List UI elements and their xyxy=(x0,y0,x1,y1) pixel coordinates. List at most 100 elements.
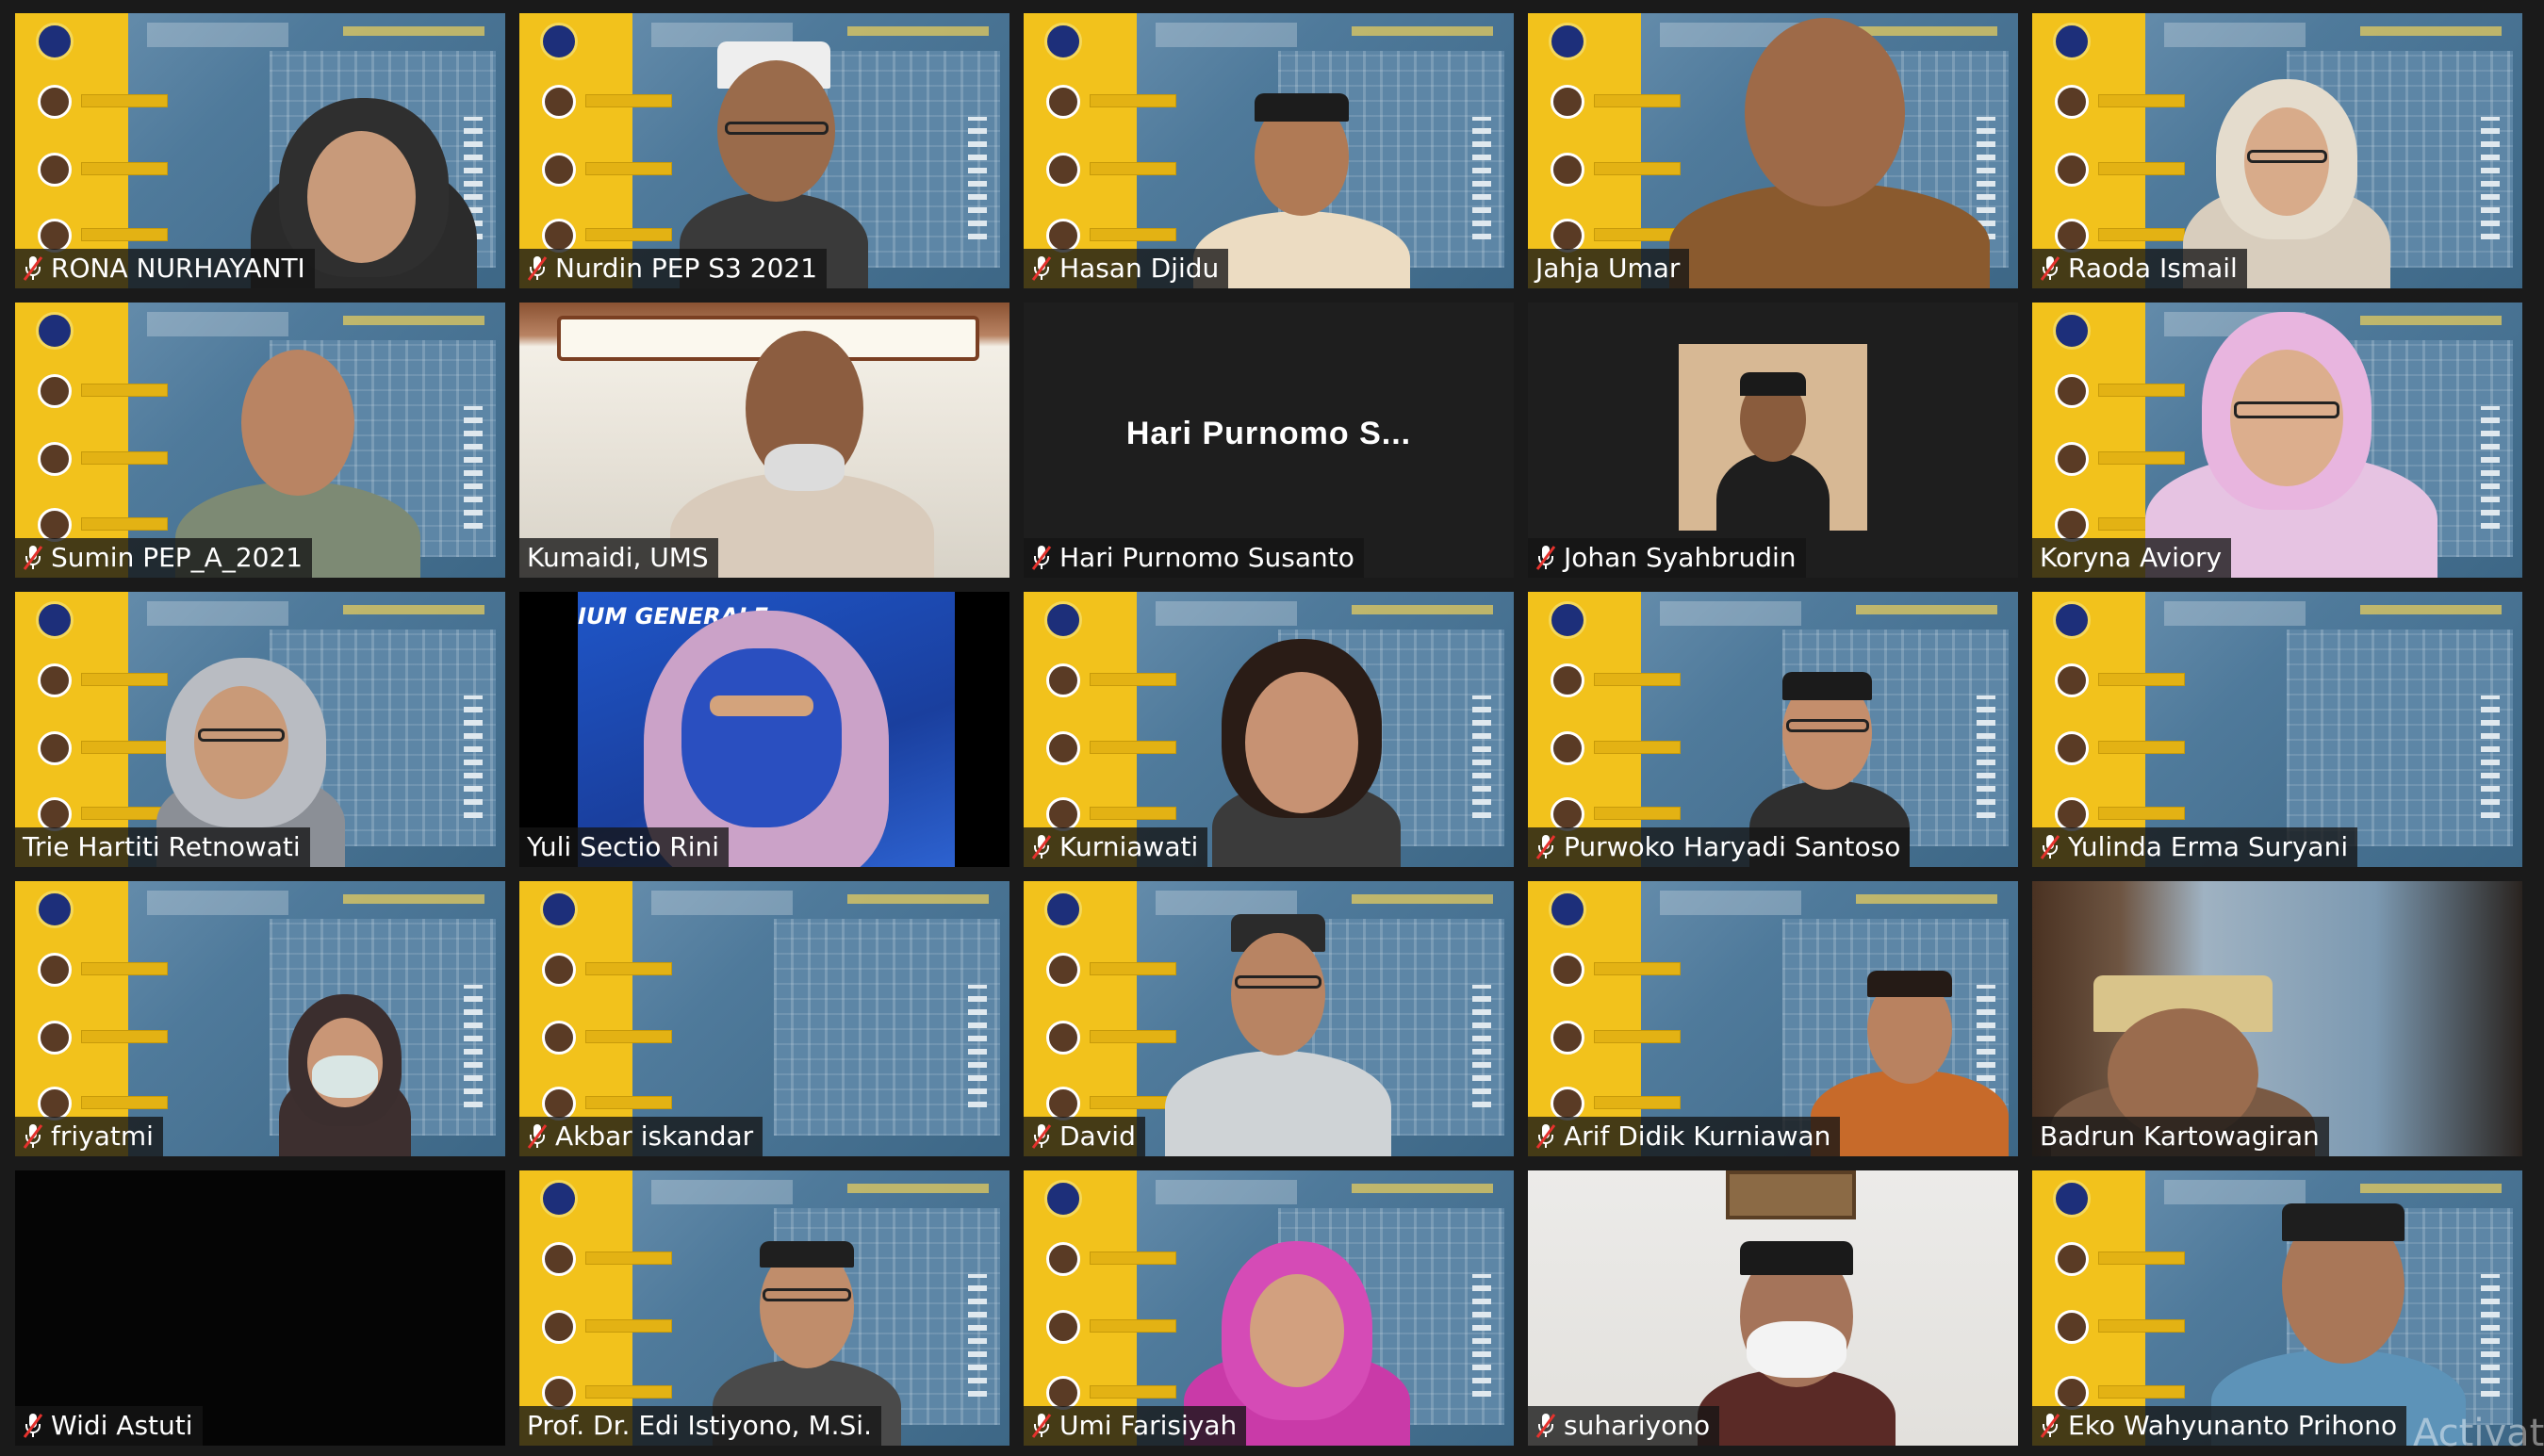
participant-name-label: Nurdin PEP S3 2021 xyxy=(519,249,828,288)
participant-tile[interactable]: Raoda Ismail xyxy=(2032,13,2522,288)
participant-tile[interactable]: friyatmi xyxy=(15,881,505,1156)
participant-name: Jahja Umar xyxy=(1535,253,1681,284)
participant-tile[interactable]: RONA NURHAYANTI xyxy=(15,13,505,288)
participant-name: RONA NURHAYANTI xyxy=(51,253,305,284)
participant-tile[interactable]: Umi Farisiyah xyxy=(1024,1170,1514,1446)
participant-tile[interactable]: David xyxy=(1024,881,1514,1156)
participant-name-label: Raoda Ismail xyxy=(2032,249,2247,288)
participant-name-label: Johan Syahbrudin xyxy=(1528,538,1806,578)
participant-name-label: friyatmi xyxy=(15,1117,163,1156)
participant-tile[interactable]: Prof. Dr. Edi Istiyono, M.Si. xyxy=(519,1170,1009,1446)
participant-tile[interactable]: Nurdin PEP S3 2021 xyxy=(519,13,1009,288)
muted-mic-icon xyxy=(23,1412,43,1440)
participant-tile[interactable]: Yulinda Erma Suryani xyxy=(2032,592,2522,867)
muted-mic-icon xyxy=(23,1122,43,1151)
participant-name: Kurniawati xyxy=(1059,831,1199,862)
muted-mic-icon xyxy=(23,544,43,572)
participant-name-label: Purwoko Haryadi Santoso xyxy=(1528,827,1911,867)
participant-tile[interactable]: Arif Didik Kurniawan xyxy=(1528,881,2018,1156)
participant-name-label: Widi Astuti xyxy=(15,1406,203,1446)
participant-name-label: Yuli Sectio Rini xyxy=(519,827,730,867)
muted-mic-icon xyxy=(1031,254,1052,283)
participant-tile[interactable]: Jahja Umar xyxy=(1528,13,2018,288)
muted-mic-icon xyxy=(1031,1412,1052,1440)
participant-name-label: Arif Didik Kurniawan xyxy=(1528,1117,1841,1156)
participant-name-label: Hasan Djidu xyxy=(1024,249,1229,288)
participant-name: suhariyono xyxy=(1564,1410,1711,1441)
participant-video xyxy=(1156,909,1401,1156)
muted-mic-icon xyxy=(1031,544,1052,572)
participant-name: Yuli Sectio Rini xyxy=(527,831,720,862)
participant-name-label: Kurniawati xyxy=(1024,827,1208,867)
participant-tile[interactable]: Hari Purnomo S... Hari Purnomo Susanto xyxy=(1024,303,1514,578)
participant-tile[interactable]: Badrun Kartowagiran xyxy=(2032,881,2522,1156)
participant-video xyxy=(270,994,420,1156)
muted-mic-icon xyxy=(2040,254,2060,283)
participant-tile[interactable]: Sumin PEP_A_2021 xyxy=(15,303,505,578)
muted-mic-icon xyxy=(1535,833,1556,861)
participant-tile[interactable]: Hasan Djidu xyxy=(1024,13,1514,288)
muted-mic-icon xyxy=(527,1122,548,1151)
muted-mic-icon xyxy=(527,254,548,283)
participant-name: Raoda Ismail xyxy=(2068,253,2238,284)
participant-tile[interactable]: Trie Hartiti Retnowati xyxy=(15,592,505,867)
participant-name-label: Trie Hartiti Retnowati xyxy=(15,827,310,867)
shared-banner: IUM GENERALE xyxy=(578,592,955,867)
participant-name: Widi Astuti xyxy=(51,1410,193,1441)
participant-tile[interactable]: Kurniawati xyxy=(1024,592,1514,867)
participant-name-label: Jahja Umar xyxy=(1528,249,1690,288)
participant-name: Umi Farisiyah xyxy=(1059,1410,1238,1441)
participant-name-label: suhariyono xyxy=(1528,1406,1720,1446)
muted-mic-icon xyxy=(23,254,43,283)
participant-video xyxy=(1688,1236,1905,1446)
muted-mic-icon xyxy=(1535,1122,1556,1151)
participant-name-label: David xyxy=(1024,1117,1145,1156)
muted-mic-icon xyxy=(1535,544,1556,572)
participant-name: Arif Didik Kurniawan xyxy=(1564,1121,1831,1152)
muted-mic-icon xyxy=(1535,1412,1556,1440)
participant-tile[interactable]: Johan Syahbrudin xyxy=(1528,303,2018,578)
participant-name: Sumin PEP_A_2021 xyxy=(51,542,304,573)
virtual-background xyxy=(15,881,505,1156)
participant-name: Trie Hartiti Retnowati xyxy=(23,831,301,862)
participant-name-label: Koryna Aviory xyxy=(2032,538,2232,578)
participant-name: Kumaidi, UMS xyxy=(527,542,709,573)
participant-name-label: Sumin PEP_A_2021 xyxy=(15,538,313,578)
participant-name-label: Yulinda Erma Suryani xyxy=(2032,827,2358,867)
participant-center-name: Hari Purnomo S... xyxy=(1125,416,1412,451)
virtual-background xyxy=(519,881,1009,1156)
activate-windows-watermark: Activate Window xyxy=(2413,1412,2544,1455)
participant-name: Prof. Dr. Edi Istiyono, M.Si. xyxy=(527,1410,872,1441)
participant-name: Hari Purnomo Susanto xyxy=(1059,542,1354,573)
participant-name: Johan Syahbrudin xyxy=(1564,542,1797,573)
participant-tile[interactable]: Kumaidi, UMS xyxy=(519,303,1009,578)
participant-tile[interactable]: Purwoko Haryadi Santoso xyxy=(1528,592,2018,867)
participant-name: Nurdin PEP S3 2021 xyxy=(555,253,818,284)
participant-name: David xyxy=(1059,1121,1136,1152)
participant-name-label: RONA NURHAYANTI xyxy=(15,249,315,288)
muted-mic-icon xyxy=(1031,833,1052,861)
participant-name-label: Umi Farisiyah xyxy=(1024,1406,1247,1446)
participant-tile[interactable]: Eko Wahyunanto Prihono xyxy=(2032,1170,2522,1446)
participant-tile[interactable]: Akbar iskandar xyxy=(519,881,1009,1156)
participant-tile[interactable]: Widi Astuti xyxy=(15,1170,505,1446)
participant-tile[interactable]: IUM GENERALE Yuli Sectio Rini xyxy=(519,592,1009,867)
participant-name: Eko Wahyunanto Prihono xyxy=(2068,1410,2398,1441)
participant-tile-active-speaker[interactable]: Koryna Aviory xyxy=(2032,303,2522,578)
participant-name-label: Akbar iskandar xyxy=(519,1117,763,1156)
participant-name-label: Hari Purnomo Susanto xyxy=(1024,538,1364,578)
virtual-background xyxy=(2032,592,2522,867)
participant-video xyxy=(1193,630,1420,867)
profile-photo xyxy=(1679,344,1867,531)
wall-frame xyxy=(1726,1170,1856,1219)
participant-name: Yulinda Erma Suryani xyxy=(2068,831,2349,862)
participant-video xyxy=(1660,13,1999,288)
muted-mic-icon xyxy=(2040,833,2060,861)
muted-mic-icon xyxy=(2040,1412,2060,1440)
participant-tile[interactable]: suhariyono xyxy=(1528,1170,2018,1446)
gallery-grid: RONA NURHAYANTI Nurdin PEP S3 2021 Hasan… xyxy=(15,13,2522,1446)
muted-mic-icon xyxy=(1031,1122,1052,1151)
participant-video xyxy=(1811,966,2009,1156)
participant-name: Hasan Djidu xyxy=(1059,253,1220,284)
participant-name: Akbar iskandar xyxy=(555,1121,754,1152)
